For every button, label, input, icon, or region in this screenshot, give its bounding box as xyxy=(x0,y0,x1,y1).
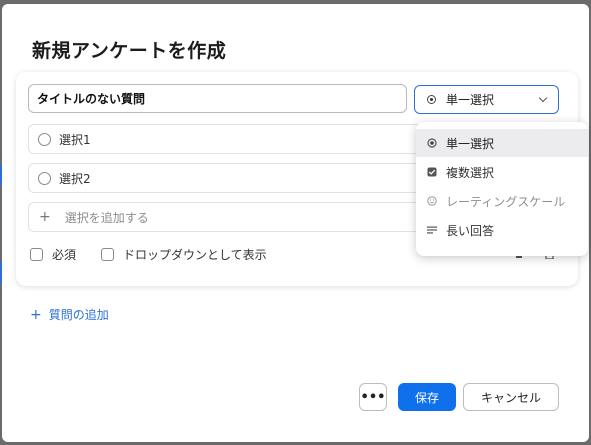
show-as-dropdown-checkbox[interactable]: ドロップダウンとして表示 xyxy=(101,246,267,263)
choice-item-2[interactable]: 選択2 xyxy=(28,163,428,193)
add-question-button[interactable]: + 質問の追加 xyxy=(30,306,109,323)
add-choice-label: 選択を追加する xyxy=(64,210,149,225)
choice-label: 選択1 xyxy=(59,132,91,147)
required-label: 必須 xyxy=(52,248,77,262)
menu-item-label: 単一選択 xyxy=(446,136,495,151)
menu-item-label: レーティングスケール xyxy=(446,194,566,209)
plus-icon: + xyxy=(39,209,51,225)
menu-item-multiple-choice[interactable]: 複数選択 xyxy=(416,158,588,186)
choice-label: 選択2 xyxy=(59,171,91,186)
dialog-title: 新規アンケートを作成 xyxy=(32,40,227,62)
cancel-button[interactable]: キャンセル xyxy=(463,383,559,411)
required-checkbox[interactable]: 必須 xyxy=(30,246,76,263)
question-type-menu: 単一選択 複数選択 レーティングスケール 長い回答 xyxy=(416,122,588,256)
lines-icon xyxy=(426,226,438,234)
plus-icon: + xyxy=(30,306,42,323)
menu-item-rating-scale: レーティングスケール xyxy=(416,187,588,215)
add-question-label: 質問の追加 xyxy=(48,308,109,322)
save-button[interactable]: 保存 xyxy=(398,383,456,411)
checkbox-icon xyxy=(426,167,438,177)
menu-item-long-answer[interactable]: 長い回答 xyxy=(416,216,588,244)
checkbox-icon xyxy=(30,248,43,261)
question-type-select[interactable]: 単一選択 xyxy=(414,85,559,114)
checkbox-icon xyxy=(101,248,114,261)
menu-item-label: 複数選択 xyxy=(446,165,495,180)
chevron-down-icon xyxy=(538,93,548,103)
menu-item-label: 長い回答 xyxy=(446,223,495,238)
menu-item-single-choice[interactable]: 単一選択 xyxy=(416,129,588,157)
radio-icon xyxy=(426,138,438,148)
add-choice-button[interactable]: + 選択を追加する xyxy=(28,202,428,232)
radio-circle-icon xyxy=(38,171,51,185)
question-type-selected: 単一選択 xyxy=(446,93,495,107)
radio-circle-icon xyxy=(38,132,51,146)
radio-icon xyxy=(427,95,436,104)
more-options-button[interactable]: ••• xyxy=(359,383,387,411)
question-title-input[interactable] xyxy=(28,84,407,113)
smiley-icon xyxy=(426,196,438,206)
choice-item-1[interactable]: 選択1 xyxy=(28,124,428,154)
show-as-dropdown-label: ドロップダウンとして表示 xyxy=(123,248,267,262)
